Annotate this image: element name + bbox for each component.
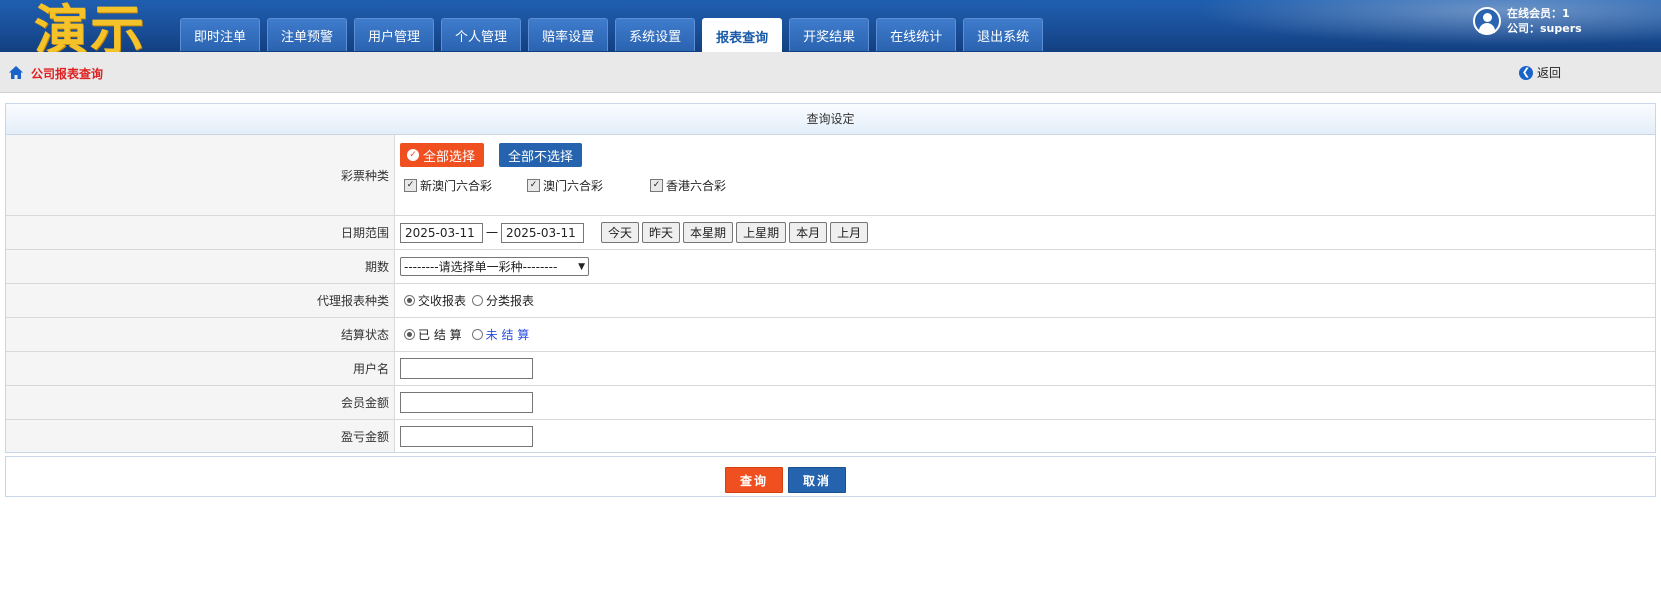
nav-tab-system-settings[interactable]: 系统设置 (615, 18, 696, 51)
nav-tab-odds-settings[interactable]: 赔率设置 (528, 18, 609, 51)
last-week-button[interactable]: 上星期 (736, 222, 787, 243)
member-amount-label: 会员金额 (6, 386, 395, 419)
select-all-label: 全部选择 (423, 149, 476, 165)
back-label: 返回 (1537, 66, 1562, 80)
radio-unsettled[interactable]: 未 结 算 (471, 326, 529, 343)
profit-amount-input[interactable] (400, 425, 533, 447)
radio-empty-icon (471, 329, 483, 340)
today-button[interactable]: 今天 (601, 222, 640, 243)
query-button[interactable]: 查询 (725, 467, 783, 493)
lottery-label: 彩票种类 (6, 135, 395, 215)
select-none-button[interactable]: 全部不选择 (499, 143, 583, 167)
nav-tab-user-management[interactable]: 用户管理 (354, 18, 435, 51)
checkbox-checked-icon: ✓ (650, 179, 663, 192)
username-row: 用户名 (6, 352, 1655, 386)
chevron-down-icon: ▼ (578, 261, 585, 272)
select-all-button[interactable]: ✓ 全部选择 (400, 143, 485, 167)
nav-tab-report-query[interactable]: 报表查询 (702, 18, 783, 52)
arrow-left-icon: ❮ (1519, 65, 1533, 80)
breadcrumb-bar: 公司报表查询 ❮ 返回 (0, 52, 1661, 93)
company-name: 公司：supers (1507, 22, 1582, 35)
member-amount-row: 会员金额 (6, 386, 1655, 420)
lottery-row: 彩票种类 ✓ 全部选择 全部不选择 ✓ 新澳门六合彩 ✓ 澳门六合彩 ✓ 香港六… (6, 135, 1655, 216)
end-date-input[interactable]: 2025-03-11 (501, 222, 585, 243)
nav-tab-draw-results[interactable]: 开奖结果 (789, 18, 870, 51)
start-date-input[interactable]: 2025-03-11 (400, 222, 483, 243)
period-select[interactable]: --------请选择单一彩种-------- ▼ (400, 257, 589, 276)
settle-label: 结算状态 (6, 318, 395, 351)
nav-tab-live-bets[interactable]: 即时注单 (180, 18, 261, 51)
check-circle-icon: ✓ (407, 149, 419, 161)
back-button[interactable]: ❮ 返回 (1519, 64, 1561, 81)
username-input[interactable] (400, 358, 533, 379)
period-row: 期数 --------请选择单一彩种-------- ▼ (6, 250, 1655, 284)
lottery-checkbox-new-macau[interactable]: ✓ 新澳门六合彩 (404, 177, 527, 194)
checkbox-checked-icon: ✓ (527, 179, 540, 192)
lottery-checkbox-hongkong[interactable]: ✓ 香港六合彩 (650, 177, 726, 194)
header-decoration (1141, 0, 1661, 52)
period-selected: --------请选择单一彩种-------- (404, 260, 558, 274)
date-label: 日期范围 (6, 216, 395, 249)
logo: 演示 (34, 0, 146, 52)
section-title: 查询设定 (6, 104, 1655, 135)
cancel-button[interactable]: 取消 (788, 467, 846, 493)
nav-tab-bet-alerts[interactable]: 注单预警 (267, 18, 348, 51)
action-bar: 查询 取消 (5, 456, 1656, 497)
page-title: 公司报表查询 (31, 67, 104, 81)
this-month-button[interactable]: 本月 (789, 222, 828, 243)
query-form: 查询设定 彩票种类 ✓ 全部选择 全部不选择 ✓ 新澳门六合彩 ✓ 澳门六合彩 (5, 103, 1656, 453)
nav-tab-logout[interactable]: 退出系统 (963, 18, 1044, 51)
last-month-button[interactable]: 上月 (830, 222, 869, 243)
this-week-button[interactable]: 本星期 (683, 222, 734, 243)
radio-category-report[interactable]: 分类报表 (472, 292, 534, 309)
radio-selected-icon (404, 329, 415, 340)
settle-row: 结算状态 已 结 算 未 结 算 (6, 318, 1655, 352)
radio-settled[interactable]: 已 结 算 (404, 326, 462, 343)
member-amount-input[interactable] (400, 392, 533, 413)
radio-settlement-report[interactable]: 交收报表 (404, 292, 466, 309)
top-header: 演示 即时注单 注单预警 用户管理 个人管理 赔率设置 系统设置 报表查询 开奖… (0, 0, 1661, 52)
radio-selected-icon (404, 295, 415, 306)
checkbox-checked-icon: ✓ (404, 179, 417, 192)
radio-empty-icon (472, 295, 484, 306)
report-type-row: 代理报表种类 交收报表 分类报表 (6, 284, 1655, 318)
main-nav: 即时注单 注单预警 用户管理 个人管理 赔率设置 系统设置 报表查询 开奖结果 … (180, 18, 1044, 52)
date-separator: 一 (486, 226, 499, 240)
profit-amount-label: 盈亏金额 (6, 420, 395, 452)
profit-amount-row: 盈亏金额 (6, 420, 1655, 452)
username-label: 用户名 (6, 352, 395, 385)
home-icon[interactable] (9, 66, 23, 79)
lottery-checkbox-macau[interactable]: ✓ 澳门六合彩 (527, 177, 650, 194)
online-members: 在线会员：1 (1507, 7, 1570, 20)
user-avatar-icon (1473, 7, 1501, 35)
user-info: 在线会员：1 公司：supers (1473, 6, 1582, 36)
report-type-label: 代理报表种类 (6, 284, 395, 317)
nav-tab-personal[interactable]: 个人管理 (441, 18, 522, 51)
period-label: 期数 (6, 250, 395, 283)
date-row: 日期范围 2025-03-11 一 2025-03-11 今天 昨天 本星期 上… (6, 216, 1655, 250)
nav-tab-online-stats[interactable]: 在线统计 (876, 18, 957, 51)
yesterday-button[interactable]: 昨天 (642, 222, 681, 243)
